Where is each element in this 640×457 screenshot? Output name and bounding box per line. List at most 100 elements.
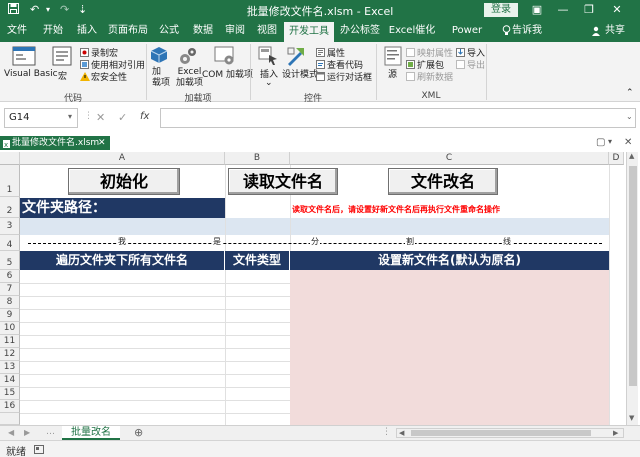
export-button[interactable]: 导出 [467, 58, 485, 71]
tab-excel-catalyst[interactable]: Excel催化剂 [386, 20, 438, 58]
header-filenames: 遍历文件夹下所有文件名 [20, 251, 225, 270]
more-sheets-icon[interactable]: … [46, 427, 55, 437]
divider-char: 线 [502, 236, 512, 247]
horizontal-scrollbar[interactable]: ◀ ▶ [396, 428, 624, 438]
scroll-up-icon[interactable]: ▲ [629, 152, 634, 160]
tab-splitter-icon[interactable]: ⋮ [382, 427, 391, 437]
minimize-button[interactable]: — [552, 2, 574, 18]
com-addins-icon[interactable] [214, 46, 236, 69]
row-header[interactable]: 7 [0, 283, 20, 296]
share-button[interactable]: 共享 [602, 20, 628, 42]
design-mode-button[interactable]: 设计模式 [282, 67, 318, 80]
column-header[interactable]: D [609, 152, 624, 165]
row-header[interactable]: 2 [0, 197, 20, 218]
row-header[interactable]: 14 [0, 374, 20, 387]
name-box[interactable]: G14 [4, 108, 78, 128]
close-button[interactable]: ✕ [606, 2, 628, 18]
row-header[interactable]: 16 [0, 400, 20, 413]
excel-addins-gear-icon[interactable] [178, 46, 198, 69]
tab-developer[interactable]: 开发工具 [284, 22, 334, 42]
hscroll-thumb[interactable] [411, 430, 591, 436]
xml-source-icon[interactable] [384, 46, 402, 69]
path-input-row[interactable] [20, 218, 609, 235]
row-header[interactable]: 1 [0, 165, 20, 197]
run-dialog-button[interactable]: 运行对话框 [327, 70, 372, 83]
macro-security-button[interactable]: 宏安全性 [91, 70, 127, 83]
visual-basic-button[interactable]: Visual Basic [4, 69, 58, 79]
close-workbook-icon[interactable]: ✕ [624, 137, 632, 148]
expand-formula-icon[interactable]: ⌄ [626, 112, 633, 121]
row-header[interactable]: 6 [0, 270, 20, 283]
row-header[interactable]: 13 [0, 361, 20, 374]
collapse-ribbon-icon[interactable]: ⌃ [626, 88, 634, 98]
tell-me-search[interactable]: 告诉我 [512, 20, 542, 42]
name-box-dropdown-icon[interactable]: ▾ [68, 112, 72, 121]
tab-view[interactable]: 视图 [254, 20, 280, 42]
login-button[interactable]: 登录 [484, 3, 518, 17]
gridline [20, 387, 290, 388]
tab-dropdown-icon[interactable]: ▾ [608, 137, 612, 146]
excel-addins-button[interactable]: Excel 加载项 [176, 67, 203, 89]
tab-review[interactable]: 审阅 [222, 20, 248, 42]
tab-formulas[interactable]: 公式 [156, 20, 182, 42]
add-sheet-icon[interactable]: ⊕ [134, 426, 143, 439]
visual-basic-icon[interactable] [12, 46, 36, 71]
scroll-tabs-right-icon[interactable]: ▶ [24, 428, 30, 437]
vertical-scrollbar[interactable]: ▲ ▼ [626, 152, 638, 425]
addins-button[interactable]: 加 载项 [152, 67, 170, 89]
export-icon [456, 59, 465, 72]
cancel-icon[interactable]: ✕ [96, 111, 105, 124]
scroll-down-icon[interactable]: ▼ [629, 414, 634, 422]
tab-office-tab[interactable]: 办公标签 [338, 20, 382, 42]
design-mode-icon[interactable] [286, 46, 306, 69]
workbook-tab[interactable]: x 批量修改文件名.xlsm ✕ [0, 136, 110, 150]
restore-button[interactable]: ❐ [578, 2, 600, 18]
init-button[interactable]: 初始化 [68, 168, 180, 195]
row-header[interactable]: 9 [0, 309, 20, 322]
rename-files-button[interactable]: 文件改名 [388, 168, 498, 195]
tab-page-layout[interactable]: 页面布局 [108, 20, 148, 42]
formula-input[interactable] [160, 108, 636, 128]
macros-icon[interactable] [52, 46, 72, 71]
xml-source-button[interactable]: 源 [388, 67, 397, 80]
enter-icon[interactable]: ✓ [118, 111, 127, 124]
tab-insert[interactable]: 插入 [74, 20, 100, 42]
gridline [609, 165, 610, 425]
close-tab-icon[interactable]: ✕ [98, 136, 106, 150]
column-header[interactable]: C [290, 152, 609, 165]
tab-home[interactable]: 开始 [40, 20, 66, 42]
refresh-data-button[interactable]: 刷新数据 [417, 70, 453, 83]
scroll-left-icon[interactable]: ◀ [399, 429, 404, 437]
row-header[interactable]: 10 [0, 322, 20, 335]
scroll-right-icon[interactable]: ▶ [613, 429, 618, 437]
row-header[interactable]: 3 [0, 218, 20, 235]
scroll-tabs-left-icon[interactable]: ◀ [8, 428, 14, 437]
row-header[interactable]: 11 [0, 335, 20, 348]
new-document-icon[interactable]: ▢ [596, 137, 605, 148]
row-header[interactable]: 4 [0, 235, 20, 251]
tab-power-pivot[interactable]: Power Pivot [442, 20, 492, 58]
row-header[interactable]: 5 [0, 251, 20, 270]
macro-recording-icon[interactable] [34, 444, 44, 457]
insert-controls-icon[interactable] [258, 46, 278, 69]
ribbon-display-icon[interactable]: ▣ [526, 2, 548, 18]
column-header[interactable]: B [225, 152, 290, 165]
sheet-tab-active[interactable]: 批量改名 [62, 426, 120, 440]
insert-function-icon[interactable]: fx [140, 111, 149, 122]
addins-cube-icon[interactable] [150, 46, 168, 67]
column-header[interactable]: A [20, 152, 225, 165]
gridline [20, 413, 290, 414]
row-header[interactable]: 12 [0, 348, 20, 361]
macros-button[interactable]: 宏 [58, 69, 67, 82]
chevron-down-icon: ⌄ [265, 78, 273, 88]
read-filenames-button[interactable]: 读取文件名 [228, 168, 338, 195]
tab-data[interactable]: 数据 [190, 20, 216, 42]
tab-file[interactable]: 文件 [4, 20, 30, 42]
row-header[interactable]: 8 [0, 296, 20, 309]
row-header[interactable] [0, 413, 20, 425]
scrollbar-thumb[interactable] [629, 166, 637, 386]
new-name-area[interactable] [290, 270, 609, 425]
select-all-corner[interactable] [0, 152, 20, 165]
row-header[interactable]: 15 [0, 387, 20, 400]
com-addins-button[interactable]: COM 加载项 [202, 67, 253, 80]
